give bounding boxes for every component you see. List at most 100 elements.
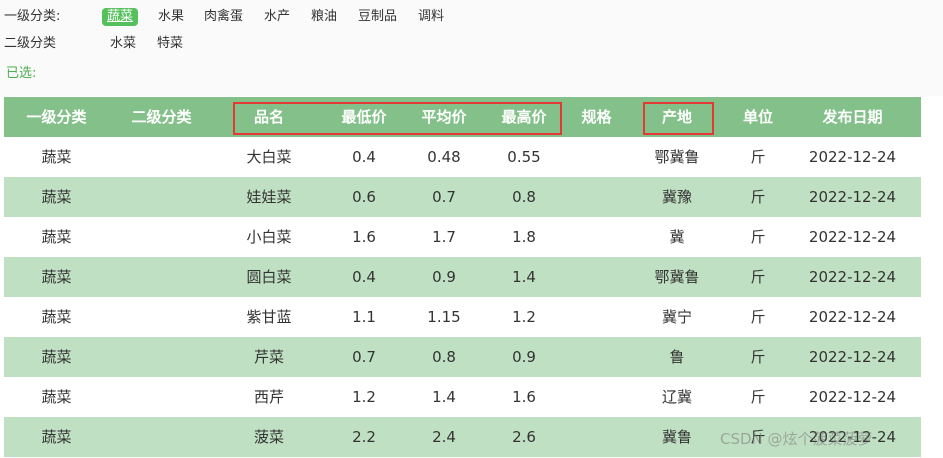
- cell-category-2: [109, 137, 214, 177]
- cell-min-price: 1.6: [352, 228, 376, 246]
- cell-product-name: 芹菜: [253, 348, 284, 366]
- cell-spec: [564, 337, 629, 377]
- cell-category-1: 蔬菜: [41, 148, 72, 166]
- level1-chip-grain-oil[interactable]: 粮油: [311, 7, 337, 27]
- cell-publish-date: 2022-12-24: [808, 268, 897, 286]
- table-row[interactable]: 蔬菜 西芹 1.2 1.4 1.6 辽冀 斤 2022-12-24: [4, 377, 921, 417]
- header-publish-date[interactable]: 发布日期: [794, 97, 911, 137]
- cell-unit: 斤: [750, 268, 766, 286]
- table-row[interactable]: 蔬菜 小白菜 1.6 1.7 1.8 冀 斤 2022-12-24: [4, 217, 921, 257]
- cell-origin: 鄂冀鲁: [654, 268, 700, 286]
- cell-max-price: 1.6: [512, 388, 536, 406]
- cell-category-1: 蔬菜: [41, 428, 72, 446]
- level1-label: 一级分类:: [4, 9, 61, 24]
- cell-min-price: 1.1: [352, 308, 376, 326]
- cell-origin: 鄂冀鲁: [654, 148, 700, 166]
- cell-avg-price: 1.15: [427, 308, 461, 326]
- cell-max-price: 1.2: [512, 308, 536, 326]
- cell-unit: 斤: [750, 228, 766, 246]
- header-category-1[interactable]: 一级分类: [4, 97, 109, 137]
- cell-category-1: 蔬菜: [41, 388, 72, 406]
- cell-origin: 冀鲁: [661, 428, 692, 446]
- cell-category-1: 蔬菜: [41, 228, 72, 246]
- cell-avg-price: 0.48: [427, 148, 461, 166]
- cell-product-name: 紫甘蓝: [246, 308, 292, 326]
- level2-label: 二级分类: [4, 36, 57, 51]
- header-unit[interactable]: 单位: [724, 97, 792, 137]
- cell-avg-price: 2.4: [432, 428, 456, 446]
- cell-product-name: 娃娃菜: [246, 188, 292, 206]
- cell-publish-date: 2022-12-24: [808, 228, 897, 246]
- level1-chip-meat-egg[interactable]: 肉禽蛋: [204, 7, 243, 27]
- table-row[interactable]: 蔬菜 大白菜 0.4 0.48 0.55 鄂冀鲁 斤 2022-12-24: [4, 137, 921, 177]
- cell-spec: [564, 177, 629, 217]
- cell-min-price: 0.6: [352, 188, 376, 206]
- cell-min-price: 0.4: [352, 268, 376, 286]
- cell-publish-date: 2022-12-24: [808, 348, 897, 366]
- cell-category-2: [109, 177, 214, 217]
- header-max-price[interactable]: 最高价: [484, 97, 564, 137]
- cell-avg-price: 0.8: [432, 348, 456, 366]
- level1-chip-fruit[interactable]: 水果: [158, 7, 184, 27]
- header-min-price[interactable]: 最低价: [324, 97, 404, 137]
- selected-label: 已选:: [6, 66, 37, 81]
- cell-category-1: 蔬菜: [41, 348, 72, 366]
- cell-category-2: [109, 257, 214, 297]
- cell-max-price: 1.8: [512, 228, 536, 246]
- cell-category-2: [109, 417, 214, 457]
- table-row[interactable]: 蔬菜 芹菜 0.7 0.8 0.9 鲁 斤 2022-12-24: [4, 337, 921, 377]
- cell-category-1: 蔬菜: [41, 268, 72, 286]
- level2-chip-special-veg[interactable]: 特菜: [157, 34, 183, 54]
- cell-origin: 冀豫: [661, 188, 692, 206]
- cell-origin: 冀宁: [661, 308, 692, 326]
- cell-avg-price: 1.7: [432, 228, 456, 246]
- cell-min-price: 2.2: [352, 428, 376, 446]
- filter-panel: 一级分类: 蔬菜 水果 肉禽蛋 水产 粮油 豆制品 调料 二级分类 水菜 特菜 …: [0, 0, 943, 96]
- cell-category-2: [109, 297, 214, 337]
- header-spec[interactable]: 规格: [564, 97, 629, 137]
- table-header: 一级分类 二级分类 品名 最低价 平均价 最高价 规格 产地 单位 发布日期: [4, 97, 921, 137]
- cell-spec: [564, 217, 629, 257]
- cell-product-name: 圆白菜: [246, 268, 292, 286]
- cell-max-price: 0.9: [512, 348, 536, 366]
- header-category-2[interactable]: 二级分类: [109, 97, 214, 137]
- table-row[interactable]: 蔬菜 紫甘蓝 1.1 1.15 1.2 冀宁 斤 2022-12-24: [4, 297, 921, 337]
- table-row[interactable]: 蔬菜 娃娃菜 0.6 0.7 0.8 冀豫 斤 2022-12-24: [4, 177, 921, 217]
- cell-category-2: [109, 337, 214, 377]
- cell-product-name: 小白菜: [246, 228, 292, 246]
- cell-avg-price: 0.9: [432, 268, 456, 286]
- cell-max-price: 0.55: [507, 148, 541, 166]
- cell-min-price: 1.2: [352, 388, 376, 406]
- cell-avg-price: 1.4: [432, 388, 456, 406]
- cell-publish-date: 2022-12-24: [808, 388, 897, 406]
- cell-category-1: 蔬菜: [41, 308, 72, 326]
- cell-spec: [564, 377, 629, 417]
- level2-chip-water-veg[interactable]: 水菜: [110, 34, 136, 54]
- cell-max-price: 1.4: [512, 268, 536, 286]
- cell-category-2: [109, 377, 214, 417]
- cell-unit: 斤: [750, 308, 766, 326]
- cell-min-price: 0.4: [352, 148, 376, 166]
- cell-product-name: 大白菜: [246, 148, 292, 166]
- cell-avg-price: 0.7: [432, 188, 456, 206]
- table-row[interactable]: 蔬菜 圆白菜 0.4 0.9 1.4 鄂冀鲁 斤 2022-12-24: [4, 257, 921, 297]
- level1-chip-vegetables[interactable]: 蔬菜: [102, 8, 139, 26]
- watermark: CSDN @炫个菠菜菠萝: [720, 430, 873, 448]
- cell-max-price: 0.8: [512, 188, 536, 206]
- level1-chip-seasoning[interactable]: 调料: [418, 7, 444, 27]
- header-avg-price[interactable]: 平均价: [404, 97, 484, 137]
- header-origin[interactable]: 产地: [637, 97, 717, 137]
- cell-unit: 斤: [750, 188, 766, 206]
- cell-origin: 辽冀: [661, 388, 692, 406]
- cell-category-1: 蔬菜: [41, 188, 72, 206]
- header-product-name[interactable]: 品名: [229, 97, 309, 137]
- cell-min-price: 0.7: [352, 348, 376, 366]
- level1-chip-aquatic[interactable]: 水产: [264, 7, 290, 27]
- level1-chip-bean-products[interactable]: 豆制品: [358, 7, 397, 27]
- cell-publish-date: 2022-12-24: [808, 188, 897, 206]
- cell-product-name: 西芹: [253, 388, 284, 406]
- cell-unit: 斤: [750, 148, 766, 166]
- cell-publish-date: 2022-12-24: [808, 308, 897, 326]
- cell-spec: [564, 417, 629, 457]
- cell-spec: [564, 257, 629, 297]
